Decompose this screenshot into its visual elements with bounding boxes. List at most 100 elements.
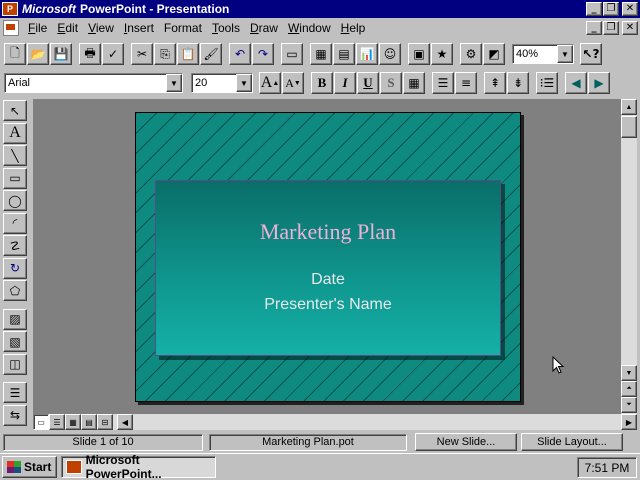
slide-show-icon[interactable]: ⊟ xyxy=(97,414,113,430)
taskbar-powerpoint-button[interactable]: Microsoft PowerPoint... xyxy=(61,453,216,480)
slide-view-icon[interactable]: ▭ xyxy=(33,414,49,430)
menu-help[interactable]: Help xyxy=(336,21,371,35)
scroll-right-icon[interactable]: ▶ xyxy=(621,414,637,430)
app-restore-button[interactable]: ❐ xyxy=(603,2,619,16)
new-slide-button[interactable]: New Slide... xyxy=(415,433,517,451)
windows-logo-icon xyxy=(7,461,21,473)
underline-button[interactable]: U xyxy=(357,72,379,94)
freeform-tool-icon[interactable]: ☡ xyxy=(3,235,27,256)
print-icon[interactable]: 🖶 xyxy=(79,43,101,65)
slide-date[interactable]: Date xyxy=(156,271,500,289)
slide[interactable]: Marketing Plan Date Presenter's Name xyxy=(135,112,521,402)
chevron-down-icon[interactable]: ▼ xyxy=(166,74,182,92)
insert-graph-icon[interactable]: 📊 xyxy=(356,43,378,65)
notes-pages-view-icon[interactable]: ▤ xyxy=(81,414,97,430)
insert-clip-art-icon[interactable]: ☺ xyxy=(379,43,401,65)
text-tool-icon[interactable]: A xyxy=(3,122,27,144)
black-and-white-view-icon[interactable]: ◩ xyxy=(483,43,505,65)
help-pointer-icon[interactable]: ↖? xyxy=(580,43,602,65)
insert-excel-worksheet-icon[interactable]: ▤ xyxy=(333,43,355,65)
insert-new-slide-icon[interactable]: ▭ xyxy=(281,43,303,65)
line-on-off-icon[interactable]: ▧ xyxy=(3,331,27,352)
autoshapes-icon[interactable]: ⬠ xyxy=(3,280,27,301)
slide-presenter-name[interactable]: Presenter's Name xyxy=(156,296,500,314)
ellipse-tool-icon[interactable]: ◯ xyxy=(3,190,27,211)
spelling-icon[interactable]: ✓ xyxy=(102,43,124,65)
align-left-icon[interactable]: ☰ xyxy=(432,72,454,94)
line-style-icon[interactable]: ☰ xyxy=(3,382,27,403)
doc-minimize-button[interactable]: _ xyxy=(586,21,602,35)
bold-button[interactable]: B xyxy=(311,72,333,94)
powerpoint-app-icon[interactable]: P xyxy=(2,2,18,16)
chevron-down-icon[interactable]: ▼ xyxy=(236,74,252,92)
paste-icon[interactable]: 📋 xyxy=(177,43,199,65)
selection-tool-icon[interactable]: ↖ xyxy=(3,100,27,121)
app-minimize-button[interactable]: _ xyxy=(586,2,602,16)
menu-view[interactable]: View xyxy=(83,21,119,35)
report-it-icon[interactable]: ⚙ xyxy=(460,43,482,65)
slide-sorter-view-icon[interactable]: ▦ xyxy=(65,414,81,430)
bullet-on-off-icon[interactable]: ⁝☰ xyxy=(536,72,558,94)
font-size-select[interactable]: 20 ▼ xyxy=(191,73,253,93)
demote-right-icon[interactable]: ▶ xyxy=(588,72,610,94)
insert-word-table-icon[interactable]: ▦ xyxy=(310,43,332,65)
undo-icon[interactable]: ↶ xyxy=(229,43,251,65)
increase-paragraph-spacing-icon[interactable]: ⇞ xyxy=(484,72,506,94)
slide-layout-button[interactable]: Slide Layout... xyxy=(521,433,623,451)
menu-tools[interactable]: Tools xyxy=(207,21,245,35)
line-tool-icon[interactable]: ╲ xyxy=(3,145,27,166)
apply-design-template-icon[interactable]: ▣ xyxy=(408,43,430,65)
decrease-paragraph-spacing-icon[interactable]: ⇟ xyxy=(507,72,529,94)
font-size-value: 20 xyxy=(195,77,208,89)
menu-window[interactable]: Window xyxy=(283,21,336,35)
font-name-select[interactable]: Arial ▼ xyxy=(4,73,183,93)
free-rotate-tool-icon[interactable]: ↻ xyxy=(3,257,27,279)
align-center-icon[interactable]: ≡ xyxy=(455,72,477,94)
title-bar: P Microsoft PowerPoint - Presentation _ … xyxy=(0,0,640,18)
doc-restore-button[interactable]: ❐ xyxy=(603,21,619,35)
animation-effects-icon[interactable]: ★ xyxy=(431,43,453,65)
horizontal-scroll-track[interactable] xyxy=(133,414,621,430)
menu-insert[interactable]: Insert xyxy=(119,21,159,35)
open-icon[interactable]: 📂 xyxy=(27,43,49,65)
shadow-on-off-icon[interactable]: ◫ xyxy=(3,353,27,375)
menu-edit[interactable]: Edit xyxy=(52,21,83,35)
status-bar: Slide 1 of 10 Marketing Plan.pot New Sli… xyxy=(0,432,640,452)
scroll-down-icon[interactable]: ▼ xyxy=(621,365,637,381)
text-shadow-button[interactable]: S xyxy=(380,72,402,94)
scroll-left-icon[interactable]: ◀ xyxy=(117,414,133,430)
document-control-icon[interactable] xyxy=(3,20,19,36)
doc-close-button[interactable]: ✕ xyxy=(622,21,638,35)
start-button[interactable]: Start xyxy=(2,456,57,478)
text-color-icon[interactable]: ▦ xyxy=(403,72,425,94)
slide-workspace[interactable]: Marketing Plan Date Presenter's Name xyxy=(33,99,621,414)
scroll-thumb[interactable] xyxy=(621,116,637,138)
cut-icon[interactable]: ✂ xyxy=(131,43,153,65)
menu-draw[interactable]: Draw xyxy=(245,21,283,35)
arrowheads-icon[interactable]: ⇆ xyxy=(3,404,27,426)
arc-tool-icon[interactable]: ◜ xyxy=(3,212,27,234)
vertical-scrollbar[interactable]: ▲ ▼ ⏶ ⏷ xyxy=(621,99,637,414)
menu-file[interactable]: File xyxy=(23,21,52,35)
app-close-button[interactable]: ✕ xyxy=(622,2,638,16)
copy-icon[interactable]: ⎘ xyxy=(154,43,176,65)
italic-button[interactable]: I xyxy=(334,72,356,94)
save-icon[interactable]: 💾 xyxy=(50,43,72,65)
increase-font-size-icon[interactable]: A ▲ xyxy=(259,72,281,94)
rectangle-tool-icon[interactable]: ▭ xyxy=(3,167,27,189)
slide-title[interactable]: Marketing Plan xyxy=(156,219,500,245)
promote-left-icon[interactable]: ◀ xyxy=(565,72,587,94)
new-icon[interactable]: 🗋 xyxy=(4,43,26,65)
previous-slide-icon[interactable]: ⏶ xyxy=(621,381,637,397)
chevron-down-icon[interactable]: ▼ xyxy=(557,45,573,63)
outline-view-icon[interactable]: ☰ xyxy=(49,414,65,430)
decrease-font-size-icon[interactable]: A ▼ xyxy=(282,72,304,94)
menu-format[interactable]: Format xyxy=(159,21,207,35)
scroll-up-icon[interactable]: ▲ xyxy=(621,99,637,115)
title-placeholder[interactable]: Marketing Plan Date Presenter's Name xyxy=(155,180,501,356)
format-painter-icon[interactable]: 🖌 xyxy=(200,43,222,65)
next-slide-icon[interactable]: ⏷ xyxy=(621,397,637,413)
fill-color-icon[interactable]: ▨ xyxy=(3,308,27,330)
zoom-select[interactable]: 40% ▼ xyxy=(512,44,574,64)
redo-icon[interactable]: ↷ xyxy=(252,43,274,65)
